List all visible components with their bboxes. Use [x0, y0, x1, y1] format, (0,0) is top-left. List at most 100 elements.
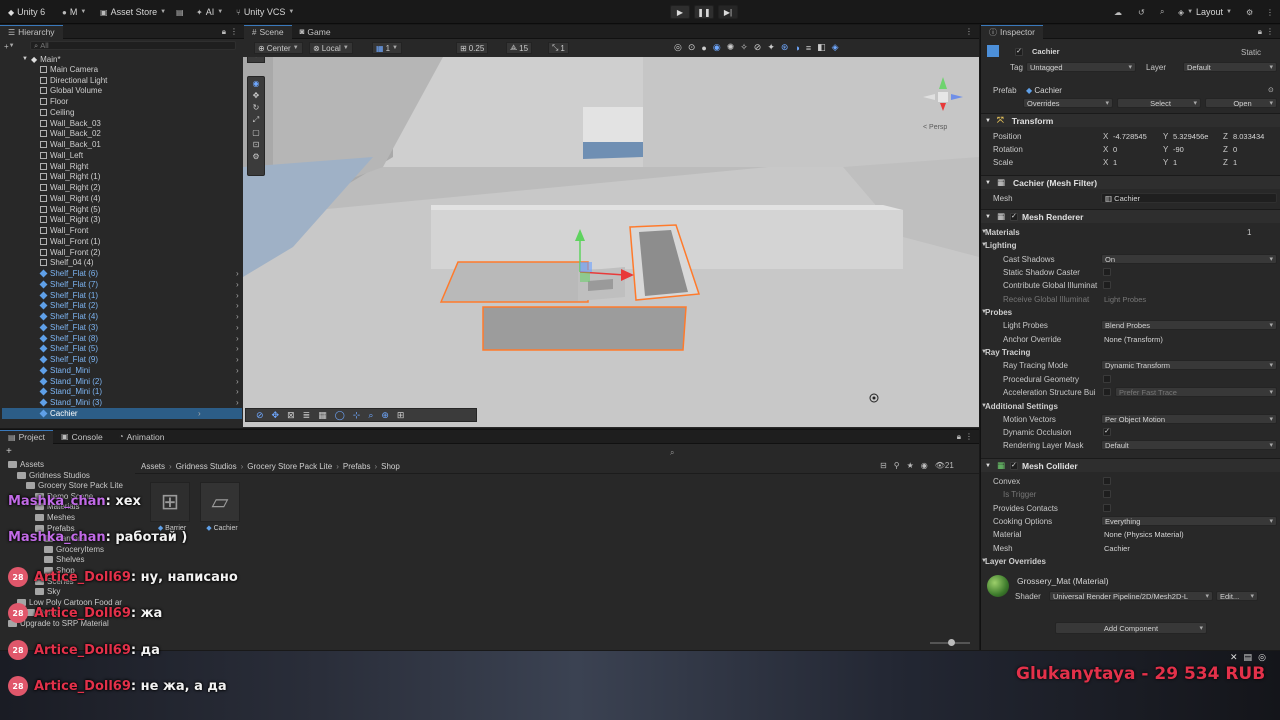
scene-viewport[interactable]: < Persp ◉ ✥ ↻ ⤢ ▢ ⊡ ⚙ ⊕ ⊘ ✥ ⊠ ≣ ▦ ◯ ⊹ ⌕ … — [243, 57, 979, 427]
surface-snap-icon[interactable]: ◯ — [335, 410, 345, 421]
layers-icon[interactable]: ≡ — [806, 43, 811, 53]
project-search-icon[interactable]: ⌕ — [670, 448, 674, 458]
materials-count[interactable]: 1 — [1247, 228, 1251, 237]
hierarchy-item[interactable]: Stand_Mini (3) › — [39, 397, 239, 408]
chevron-right-icon[interactable]: › — [236, 398, 239, 407]
hierarchy-item[interactable]: Shelf_Flat (4) › — [39, 311, 239, 322]
tab-scene[interactable]: # Scene — [244, 24, 292, 39]
more-menu-button[interactable]: ⋮ — [1266, 5, 1274, 19]
object-name-field[interactable]: Cachier — [1029, 46, 1229, 57]
lock-icon[interactable]: 🔒︎ — [957, 432, 961, 442]
chevron-right-icon[interactable]: › — [236, 377, 239, 386]
hierarchy-item[interactable]: Ceiling — [40, 107, 74, 118]
hierarchy-item[interactable]: Wall_Right — [40, 161, 88, 172]
angle-snap[interactable]: ⟁ 15 — [506, 42, 533, 54]
asset-thumbnail[interactable]: ▱ — [200, 482, 240, 522]
hierarchy-item[interactable]: Wall_Right (1) — [40, 172, 100, 183]
shading-wire-icon[interactable]: ◉ — [713, 42, 721, 53]
search-button[interactable]: ⌕ — [1160, 5, 1164, 19]
field-checkbox[interactable]: ✓ — [1103, 428, 1111, 436]
chevron-right-icon[interactable]: › — [236, 355, 239, 364]
axis-x-label[interactable]: X — [1103, 145, 1108, 154]
axis-x-label[interactable]: X — [1103, 158, 1108, 167]
tray-icon[interactable]: ◎ — [1258, 652, 1266, 663]
hierarchy-item[interactable]: Wall_Right (4) — [40, 193, 100, 204]
camera-icon[interactable]: ◎ — [674, 42, 682, 53]
rotation-x-field[interactable]: 0 — [1110, 144, 1162, 154]
axis-y-label[interactable]: Y — [1163, 158, 1168, 167]
chevron-right-icon[interactable]: › — [236, 301, 239, 310]
active-checkbox[interactable]: ✓ — [1015, 48, 1023, 56]
tray-icon[interactable]: ✕ — [1230, 652, 1238, 663]
hierarchy-item[interactable]: Cachier › — [2, 408, 242, 419]
mesh-filter-field[interactable]: ▥ Cachier — [1101, 193, 1277, 203]
add-component-button[interactable]: Add Component — [1055, 622, 1207, 634]
fx-icon[interactable]: ✦ — [767, 42, 775, 53]
field-checkbox[interactable] — [1103, 477, 1111, 485]
axis-y-label[interactable]: Y — [1163, 132, 1168, 141]
hierarchy-search-input[interactable]: ⌕ All — [30, 41, 236, 50]
hierarchy-item[interactable]: Shelf_Flat (9) › — [39, 354, 239, 365]
tray-icon[interactable]: ▤ — [1244, 652, 1253, 663]
hierarchy-item[interactable]: Wall_Front — [40, 225, 88, 236]
layout-dropdown[interactable]: Layout ▼ — [1196, 5, 1232, 19]
frame-icon[interactable]: ⊕ — [381, 410, 389, 421]
camera-settings-icon[interactable]: ◧ — [817, 42, 826, 53]
scale-snap[interactable]: ⤡ 1 — [548, 42, 569, 54]
settings-icon[interactable]: ⊞ — [397, 410, 405, 421]
tab-hierarchy[interactable]: ☰ Hierarchy — [0, 24, 63, 39]
move-tool-icon[interactable]: ✥ — [253, 91, 260, 100]
hierarchy-item[interactable]: Wall_Front (1) — [40, 236, 100, 247]
field-checkbox[interactable] — [1103, 268, 1111, 276]
align-icon[interactable]: ✥ — [272, 410, 280, 421]
hierarchy-item[interactable]: Floor — [40, 96, 68, 107]
zoom-slider-handle[interactable] — [948, 639, 955, 646]
orientation-icon[interactable]: ⊙ — [688, 42, 696, 53]
field-checkbox[interactable] — [1103, 281, 1111, 289]
mesh-collider-enabled[interactable]: ✓ — [1009, 461, 1018, 470]
mesh-renderer-header[interactable]: ▼ ▦ ✓ Mesh Renderer — [981, 209, 1280, 223]
object-field[interactable]: Cachier — [1101, 543, 1277, 553]
chevron-right-icon[interactable]: › — [236, 280, 239, 289]
vertex-snap-icon[interactable]: ▦ — [318, 410, 327, 421]
grid-align-icon[interactable]: ≣ — [303, 410, 311, 421]
project-folder[interactable]: Sky — [35, 587, 60, 596]
field-dropdown[interactable]: Everything — [1101, 516, 1277, 526]
field-checkbox[interactable] — [1103, 504, 1111, 512]
field-checkbox[interactable] — [1103, 490, 1111, 498]
tab-animation[interactable]: ◔ Animation — [111, 430, 173, 444]
hierarchy-item[interactable]: Wall_Back_03 — [40, 118, 101, 129]
lighting-icon[interactable]: ✺ — [727, 42, 735, 53]
hierarchy-item[interactable]: Shelf_Flat (2) › — [39, 301, 239, 312]
axis-y-label[interactable]: Y — [1163, 145, 1168, 154]
more-vertical-icon[interactable]: ⋮ — [965, 432, 973, 441]
chevron-right-icon[interactable]: › — [236, 312, 239, 321]
prefab-asset[interactable]: ◆ Cachier — [1026, 86, 1062, 95]
breadcrumb-item[interactable]: Grocery Store Pack Lite — [247, 462, 332, 471]
filter-type-icon[interactable]: ⊟ — [880, 461, 887, 470]
field-dropdown[interactable]: Blend Probes — [1101, 320, 1277, 330]
hierarchy-item[interactable]: Directional Light — [40, 75, 107, 86]
tool-settings-button[interactable]: ⊕ — [247, 57, 265, 63]
scene-root[interactable]: ▼ ◆ Main* — [22, 54, 61, 65]
position-y-field[interactable]: 5.329456e — [1170, 131, 1222, 141]
play-button[interactable]: ▶ — [670, 5, 690, 19]
tab-project[interactable]: ▤ Project — [0, 429, 54, 444]
object-field[interactable]: None (Transform) — [1101, 334, 1277, 344]
tab-game[interactable]: ◙ Game — [292, 25, 339, 39]
filter-label-icon[interactable]: ⚲ — [894, 461, 900, 470]
field-dropdown[interactable]: On — [1101, 254, 1277, 264]
settings-button[interactable]: ⚙ — [1246, 5, 1253, 19]
breadcrumb-item[interactable]: Shop — [381, 462, 400, 471]
hierarchy-item[interactable]: Stand_Mini (2) › — [39, 376, 239, 387]
hierarchy-item[interactable]: Shelf_Flat (8) › — [39, 333, 239, 344]
distribute-icon[interactable]: ⊠ — [287, 410, 295, 421]
more-vertical-icon[interactable]: ⋮ — [965, 27, 973, 36]
rotation-y-field[interactable]: -90 — [1170, 144, 1222, 154]
axis-z-label[interactable]: Z — [1223, 132, 1228, 141]
gizmo-toggle-icon[interactable]: ◈ — [832, 42, 839, 53]
pivot-dropdown[interactable]: ⊕ Center ▼ — [254, 42, 303, 54]
hierarchy-item[interactable]: Global Volume — [40, 86, 102, 97]
field-dropdown[interactable]: Default — [1101, 440, 1277, 450]
favorite-icon[interactable]: ★ — [907, 461, 914, 470]
